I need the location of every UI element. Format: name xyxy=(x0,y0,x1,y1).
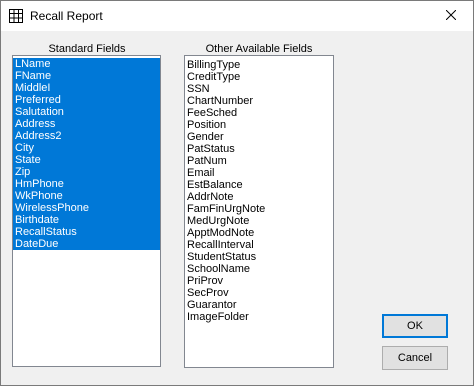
other-fields-label: Other Available Fields xyxy=(205,43,313,55)
list-item[interactable]: RecallStatus xyxy=(13,226,160,238)
list-item[interactable]: Preferred xyxy=(13,94,160,106)
list-item[interactable]: FamFinUrgNote xyxy=(185,203,333,215)
list-item[interactable]: HmPhone xyxy=(13,178,160,190)
list-item[interactable]: Salutation xyxy=(13,106,160,118)
close-icon xyxy=(445,9,457,23)
list-item[interactable]: EstBalance xyxy=(185,179,333,191)
ok-button[interactable]: OK xyxy=(382,314,448,338)
list-item[interactable]: LName xyxy=(13,58,160,70)
list-item[interactable]: Gender xyxy=(185,131,333,143)
list-item[interactable]: FName xyxy=(13,70,160,82)
list-item[interactable]: Email xyxy=(185,167,333,179)
grid-icon xyxy=(8,8,24,24)
list-item[interactable]: ChartNumber xyxy=(185,95,333,107)
standard-fields-label: Standard Fields xyxy=(48,43,126,55)
list-item[interactable]: WkPhone xyxy=(13,190,160,202)
other-fields-listbox[interactable]: BillingType CreditType SSN ChartNumber FeeSc… xyxy=(184,55,334,368)
list-item[interactable]: DateDue xyxy=(13,238,160,250)
list-item[interactable]: PatStatus xyxy=(185,143,333,155)
list-item[interactable]: CreditType xyxy=(185,71,333,83)
list-item[interactable]: FeeSched xyxy=(185,107,333,119)
list-item[interactable]: Address xyxy=(13,118,160,130)
recall-report-dialog: Recall Report Standard Fields LName FName… xyxy=(0,0,474,386)
list-item[interactable]: ApptModNote xyxy=(185,227,333,239)
list-item[interactable]: AddrNote xyxy=(185,191,333,203)
list-item[interactable]: MedUrgNote xyxy=(185,215,333,227)
list-item[interactable]: WirelessPhone xyxy=(13,202,160,214)
list-item[interactable]: RecallInterval xyxy=(185,239,333,251)
list-item[interactable]: SSN xyxy=(185,83,333,95)
list-item[interactable]: SchoolName xyxy=(185,263,333,275)
close-button[interactable] xyxy=(429,1,473,31)
title-bar[interactable]: Recall Report xyxy=(1,1,473,31)
list-item[interactable]: PriProv xyxy=(185,275,333,287)
list-item[interactable]: StudentStatus xyxy=(185,251,333,263)
list-item[interactable]: Guarantor xyxy=(185,299,333,311)
list-item[interactable]: Zip xyxy=(13,166,160,178)
list-item[interactable]: Address2 xyxy=(13,130,160,142)
list-item[interactable]: MiddleI xyxy=(13,82,160,94)
cancel-button[interactable]: Cancel xyxy=(382,346,448,370)
list-item[interactable]: SecProv xyxy=(185,287,333,299)
window-title: Recall Report xyxy=(30,9,103,23)
list-item[interactable]: City xyxy=(13,142,160,154)
list-item[interactable]: PatNum xyxy=(185,155,333,167)
list-item[interactable]: BillingType xyxy=(185,59,333,71)
list-item[interactable]: State xyxy=(13,154,160,166)
list-item[interactable]: Position xyxy=(185,119,333,131)
list-item[interactable]: Birthdate xyxy=(13,214,160,226)
standard-fields-listbox[interactable]: LName FName MiddleI Preferred Salutation Addr… xyxy=(12,55,161,367)
list-item[interactable]: ImageFolder xyxy=(185,311,333,323)
